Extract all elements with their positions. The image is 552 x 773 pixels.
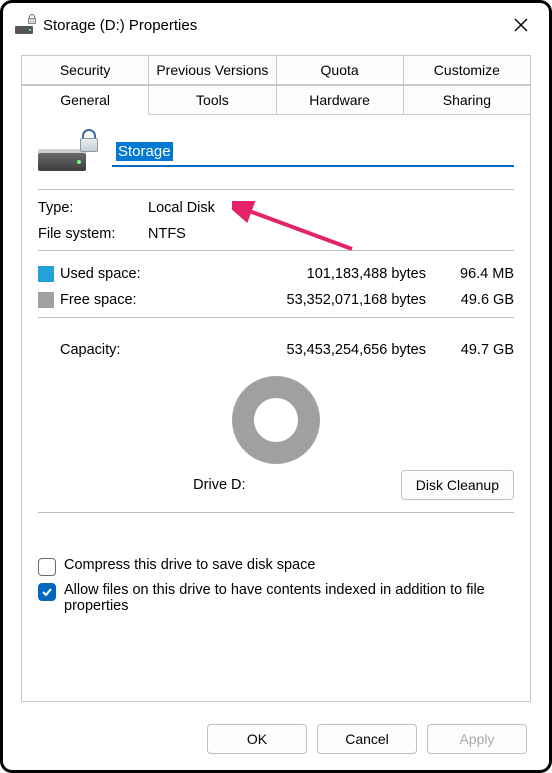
- separator: [38, 250, 514, 251]
- tab-previous-versions[interactable]: Previous Versions: [148, 55, 276, 85]
- compress-checkbox[interactable]: [38, 558, 56, 576]
- index-label: Allow files on this drive to have conten…: [64, 582, 514, 614]
- filesystem-label: File system:: [38, 226, 148, 242]
- apply-button[interactable]: Apply: [427, 724, 527, 754]
- index-checkbox[interactable]: [38, 583, 56, 601]
- drive-label: Drive D:: [38, 477, 401, 493]
- tab-customize[interactable]: Customize: [403, 55, 531, 85]
- drive-icon: [38, 131, 94, 175]
- used-space-bytes: 101,183,488 bytes: [170, 266, 434, 282]
- properties-dialog: Storage (D:) Properties Security Previou…: [0, 0, 552, 773]
- used-space-label: Used space:: [60, 266, 170, 282]
- free-space-label: Free space:: [60, 292, 170, 308]
- used-space-hr: 96.4 MB: [434, 266, 514, 282]
- cancel-button[interactable]: Cancel: [317, 724, 417, 754]
- free-space-bytes: 53,352,071,168 bytes: [170, 292, 434, 308]
- free-space-hr: 49.6 GB: [434, 292, 514, 308]
- tab-sharing[interactable]: Sharing: [403, 85, 531, 115]
- close-button[interactable]: [505, 9, 537, 41]
- drive-lock-icon: [15, 16, 35, 34]
- tab-general[interactable]: General: [21, 85, 149, 115]
- titlebar: Storage (D:) Properties: [3, 3, 549, 47]
- drive-name-input[interactable]: Storage: [112, 140, 514, 167]
- tab-security[interactable]: Security: [21, 55, 149, 85]
- tabs-row-1: Security Previous Versions Quota Customi…: [21, 55, 531, 85]
- usage-pie-chart: [38, 376, 514, 464]
- used-space-swatch: [38, 266, 54, 282]
- disk-cleanup-button[interactable]: Disk Cleanup: [401, 470, 514, 500]
- capacity-bytes: 53,453,254,656 bytes: [170, 342, 434, 358]
- tab-quota[interactable]: Quota: [276, 55, 404, 85]
- type-value: Local Disk: [148, 200, 514, 216]
- free-space-swatch: [38, 292, 54, 308]
- tabs-row-2: General Tools Hardware Sharing: [21, 85, 531, 115]
- tab-tools[interactable]: Tools: [148, 85, 276, 115]
- capacity-hr: 49.7 GB: [434, 342, 514, 358]
- tab-hardware[interactable]: Hardware: [276, 85, 404, 115]
- type-label: Type:: [38, 200, 148, 216]
- filesystem-value: NTFS: [148, 226, 514, 242]
- separator: [38, 512, 514, 513]
- capacity-label: Capacity:: [60, 342, 170, 358]
- dialog-content: Security Previous Versions Quota Customi…: [3, 47, 549, 714]
- dialog-footer: OK Cancel Apply: [3, 714, 549, 770]
- general-panel: Storage Type: Local Disk File system: NT…: [21, 115, 531, 702]
- compress-label: Compress this drive to save disk space: [64, 557, 315, 573]
- window-title: Storage (D:) Properties: [43, 17, 505, 34]
- ok-button[interactable]: OK: [207, 724, 307, 754]
- separator: [38, 317, 514, 318]
- separator: [38, 189, 514, 190]
